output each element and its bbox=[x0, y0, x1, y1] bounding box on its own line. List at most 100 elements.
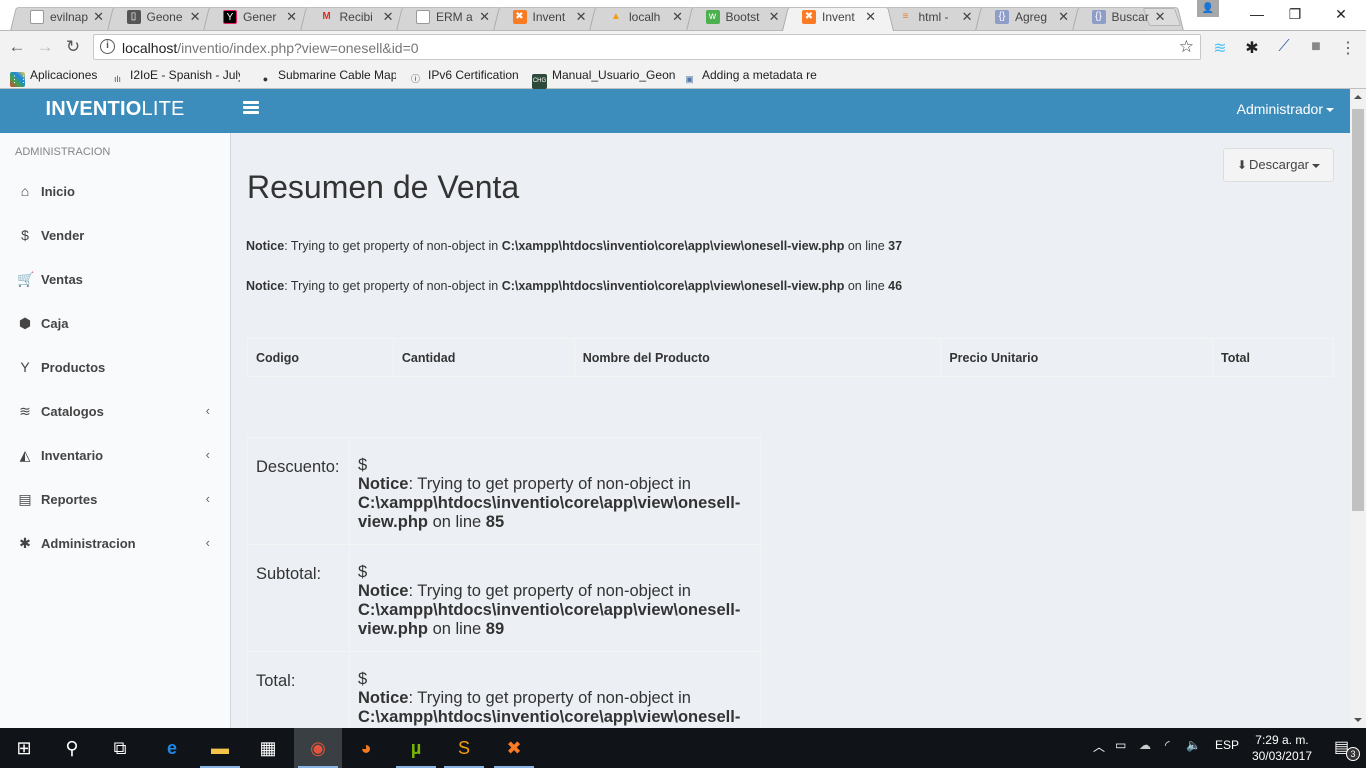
extension-gear-icon[interactable]: ✱ bbox=[1242, 38, 1262, 58]
tray-expand-icon[interactable]: ︿ bbox=[1093, 738, 1105, 755]
page-scrollbar[interactable] bbox=[1350, 89, 1366, 728]
onedrive-error-icon[interactable]: ☁ bbox=[1139, 738, 1151, 752]
url-text[interactable]: localhost/inventio/index.php?view=onesel… bbox=[122, 40, 419, 56]
forward-button[interactable]: → bbox=[34, 37, 56, 57]
tab-close-icon[interactable]: ✕ bbox=[769, 9, 780, 25]
scroll-down-icon[interactable] bbox=[1354, 718, 1362, 722]
browser-tab[interactable]: ▯ Geone ✕ bbox=[106, 4, 219, 32]
sidebar-item-inicio[interactable]: ⌂ Inicio bbox=[0, 170, 230, 214]
browser-tab[interactable]: ≡ html - ✕ bbox=[878, 4, 991, 32]
tab-close-icon[interactable]: ✕ bbox=[93, 9, 104, 25]
notice-on-line: on line bbox=[844, 239, 889, 253]
browser-tab[interactable]: {} Agreg ✕ bbox=[975, 4, 1087, 32]
bookmark-item[interactable]: CHG Manual_Usuario_Geon bbox=[532, 68, 690, 89]
utorrent-icon[interactable]: µ bbox=[392, 728, 440, 768]
tab-title: Invent bbox=[532, 10, 566, 24]
browser-tab[interactable]: ✖ Invent ✕ bbox=[492, 4, 605, 32]
battery-icon[interactable]: ▭ bbox=[1115, 738, 1126, 752]
reload-button[interactable]: ↻ bbox=[62, 37, 84, 57]
action-center-icon[interactable]: ▤ 3 bbox=[1334, 737, 1360, 761]
browser-tab[interactable]: ▲ localh ✕ bbox=[589, 4, 701, 32]
logo-bold: INVENTIO bbox=[45, 98, 142, 120]
sidebar-item-catalogos[interactable]: ≋ Catalogos ‹ bbox=[0, 390, 230, 434]
sidebar-item-ventas[interactable]: 🛒 Ventas bbox=[0, 258, 230, 302]
browser-tab[interactable]: M Recibi ✕ bbox=[299, 4, 412, 32]
sidebar-item-label: Administracion bbox=[41, 536, 136, 551]
sidebar-item-productos[interactable]: Y Productos bbox=[0, 346, 230, 390]
extension-wave-icon[interactable]: ≋ bbox=[1210, 38, 1230, 58]
file-explorer-icon[interactable]: ▬ bbox=[196, 728, 244, 768]
back-button[interactable]: ← bbox=[6, 37, 28, 57]
tab-close-icon[interactable]: ✕ bbox=[479, 9, 490, 25]
bookmark-item[interactable]: ⋮⋮ Aplicaciones bbox=[10, 68, 97, 87]
tab-close-icon[interactable]: ✕ bbox=[865, 9, 876, 25]
language-indicator[interactable]: ESP bbox=[1215, 738, 1239, 752]
browser-tab[interactable]: w Bootst ✕ bbox=[685, 4, 798, 32]
apps-grid-icon: ⋮⋮ bbox=[10, 72, 28, 87]
w3-icon: w bbox=[705, 10, 720, 24]
maximize-button[interactable]: ❐ bbox=[1272, 0, 1318, 28]
profile-icon[interactable]: 👤 bbox=[1197, 0, 1219, 17]
window-close-button[interactable]: ✕ bbox=[1318, 0, 1364, 28]
notice-on-line: on line bbox=[427, 620, 486, 638]
caret-down-icon bbox=[1326, 108, 1334, 113]
globe-icon: ● bbox=[262, 74, 269, 84]
xampp-icon[interactable]: ✖ bbox=[490, 728, 538, 768]
tab-close-icon[interactable]: ✕ bbox=[962, 9, 973, 25]
sublime-icon[interactable]: S bbox=[440, 728, 488, 768]
wifi-icon[interactable]: ◜ bbox=[1165, 738, 1170, 752]
gmail-icon: M bbox=[322, 11, 331, 22]
tab-close-icon[interactable]: ✕ bbox=[286, 9, 297, 25]
chrome-menu-icon[interactable]: ⋮ bbox=[1338, 38, 1358, 58]
store-icon[interactable]: ▦ bbox=[244, 728, 292, 768]
volume-icon[interactable]: 🔈 bbox=[1186, 738, 1201, 752]
browser-tab[interactable]: evilnap ✕ bbox=[10, 4, 122, 32]
extension-square-icon[interactable]: ■ bbox=[1306, 38, 1326, 56]
search-icon[interactable]: ⚲ bbox=[48, 728, 96, 768]
bookmark-star-icon[interactable]: ☆ bbox=[1179, 37, 1194, 57]
sidebar-item-inventario[interactable]: ◭ Inventario ‹ bbox=[0, 434, 230, 478]
firefox-icon[interactable]: ◕ bbox=[342, 728, 390, 768]
browser-tab[interactable]: Y Gener ✕ bbox=[203, 4, 315, 32]
sidebar-item-label: Reportes bbox=[41, 492, 98, 507]
chrome-icon[interactable]: ◉ bbox=[294, 728, 342, 768]
tab-close-icon[interactable]: ✕ bbox=[576, 9, 587, 25]
browser-tab[interactable]: ERM a ✕ bbox=[396, 4, 508, 32]
bookmarks-bar: ⋮⋮Aplicaciones ılı I2IoE - Spanish - July … bbox=[0, 64, 1366, 89]
browser-tab[interactable]: ✖ Invent ✕ bbox=[782, 4, 894, 32]
extension-eyedropper-icon[interactable]: ⟋ bbox=[1274, 38, 1294, 56]
scroll-up-icon[interactable] bbox=[1354, 95, 1362, 99]
bookmark-item[interactable]: ılı I2IoE - Spanish - July 2 bbox=[110, 68, 240, 87]
sidebar-item-caja[interactable]: ⬢ Caja bbox=[0, 302, 230, 346]
download-button[interactable]: ⬇ Descargar bbox=[1223, 148, 1334, 182]
gear-icon: ✱ bbox=[19, 535, 31, 551]
notice-file: C:\xampp\htdocs\inventio\core\app\view\o… bbox=[358, 494, 741, 512]
column-header: Nombre del Producto bbox=[573, 338, 942, 377]
tab-close-icon[interactable]: ✕ bbox=[1155, 9, 1166, 25]
bookmark-item[interactable]: ● Submarine Cable Map bbox=[258, 68, 396, 87]
address-bar[interactable]: i localhost/inventio/index.php?view=ones… bbox=[93, 34, 1201, 60]
user-menu-label: Administrador bbox=[1236, 101, 1323, 117]
sidebar-item-label: Inicio bbox=[41, 184, 75, 199]
scrollbar-thumb[interactable] bbox=[1352, 109, 1364, 511]
sidebar-item-vender[interactable]: $ Vender bbox=[0, 214, 230, 258]
user-menu[interactable]: Administrador bbox=[1237, 101, 1334, 117]
notice-file: C:\xampp\htdocs\inventio\core\app\view\o… bbox=[358, 601, 741, 619]
start-icon[interactable]: ⊞ bbox=[0, 728, 48, 768]
clock[interactable]: 7:29 a. m. 30/03/2017 bbox=[1252, 732, 1312, 764]
tab-close-icon[interactable]: ✕ bbox=[383, 9, 394, 25]
sidebar-item-administracion[interactable]: ✱ Administracion ‹ bbox=[0, 522, 230, 566]
tab-close-icon[interactable]: ✕ bbox=[672, 9, 683, 25]
tab-close-icon[interactable]: ✕ bbox=[1058, 9, 1069, 25]
app-logo[interactable]: INVENTIOLITE bbox=[0, 89, 230, 133]
bookmark-item[interactable]: ▣ Adding a metadata re bbox=[682, 68, 840, 87]
task-view-icon[interactable]: ⧉ bbox=[96, 728, 144, 768]
edge-icon[interactable]: e bbox=[148, 728, 196, 768]
info-icon[interactable]: i bbox=[100, 39, 115, 54]
notice-message: : Trying to get property of non-object i… bbox=[408, 689, 691, 707]
bookmark-item[interactable]: ⓘ IPv6 Certification bbox=[408, 68, 520, 87]
sidebar-toggle-icon[interactable] bbox=[243, 101, 259, 115]
tab-title: ERM a bbox=[436, 10, 473, 24]
sidebar-item-reportes[interactable]: ▤ Reportes ‹ bbox=[0, 478, 230, 522]
tab-close-icon[interactable]: ✕ bbox=[190, 9, 201, 25]
